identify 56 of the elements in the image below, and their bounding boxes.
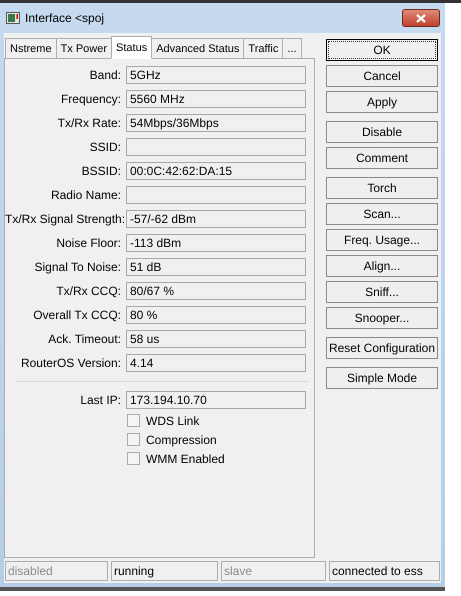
field-label: Overall Tx CCQ:	[32, 308, 122, 322]
field-label: Last IP:	[79, 393, 122, 407]
button[interactable]: Align...	[326, 255, 438, 277]
button[interactable]: Sniff...	[326, 281, 438, 303]
field-label: Noise Floor:	[55, 236, 122, 250]
button[interactable]: OK	[326, 39, 438, 61]
tab[interactable]: ...	[282, 38, 302, 58]
button[interactable]: Reset Configuration	[326, 337, 438, 359]
tab[interactable]: Status	[111, 36, 152, 59]
checkbox[interactable]	[127, 452, 140, 465]
button[interactable]: Simple Mode	[326, 367, 438, 389]
close-icon	[416, 14, 426, 22]
field-value: -57/-62 dBm	[130, 212, 196, 226]
field-label: Band:	[88, 68, 122, 82]
checkbox[interactable]	[127, 414, 140, 427]
checkbox-label: Compression	[146, 432, 217, 446]
field-value: 51 dB	[130, 260, 162, 274]
window-title: Interface <spoj	[25, 11, 104, 25]
field-value: 5GHz	[130, 68, 161, 82]
field-value: 58 us	[130, 332, 160, 346]
checkbox-label: WDS Link	[146, 414, 200, 428]
field-label: Tx/Rx Signal Strength:	[5, 212, 126, 226]
checkbox-label: WMM Enabled	[146, 452, 225, 466]
field-value: 54Mbps/36Mbps	[130, 116, 219, 130]
field-value: 173.194.10.70	[130, 393, 207, 407]
field-label: Signal To Noise:	[34, 260, 122, 274]
field-label: Frequency:	[60, 92, 122, 106]
field-value: 80 %	[130, 308, 158, 322]
status-cell: disabled	[5, 561, 108, 581]
window-icon	[6, 12, 20, 24]
field-label: Radio Name:	[50, 188, 122, 202]
button[interactable]: Snooper...	[326, 307, 438, 329]
button[interactable]: Disable	[326, 121, 438, 143]
tab[interactable]: Nstreme	[5, 38, 57, 58]
field-label: RouterOS Version:	[20, 356, 122, 370]
close-button[interactable]	[402, 9, 440, 27]
field-label: SSID:	[88, 140, 122, 154]
field-label: Ack. Timeout:	[47, 332, 122, 346]
field-value: 5560 MHz	[130, 92, 185, 106]
button[interactable]: Freq. Usage...	[326, 229, 438, 251]
field-label: Tx/Rx Rate:	[56, 116, 122, 130]
checkbox[interactable]	[127, 433, 140, 446]
button[interactable]: Torch	[326, 177, 438, 199]
field-label: BSSID:	[80, 164, 122, 178]
field-value: -113 dBm	[130, 236, 182, 250]
button[interactable]: Apply	[326, 91, 438, 113]
field-value: 80/67 %	[130, 284, 174, 298]
button[interactable]: Comment	[326, 147, 438, 169]
field-label: Tx/Rx CCQ:	[55, 284, 122, 298]
status-cell: slave	[221, 561, 326, 581]
status-cell: connected to ess	[329, 561, 440, 581]
field-value: 00:0C:42:62:DA:15	[130, 164, 232, 178]
field-value: 4.14	[130, 356, 154, 370]
status-cell: running	[111, 561, 218, 581]
button[interactable]: Scan...	[326, 203, 438, 225]
button[interactable]: Cancel	[326, 65, 438, 87]
